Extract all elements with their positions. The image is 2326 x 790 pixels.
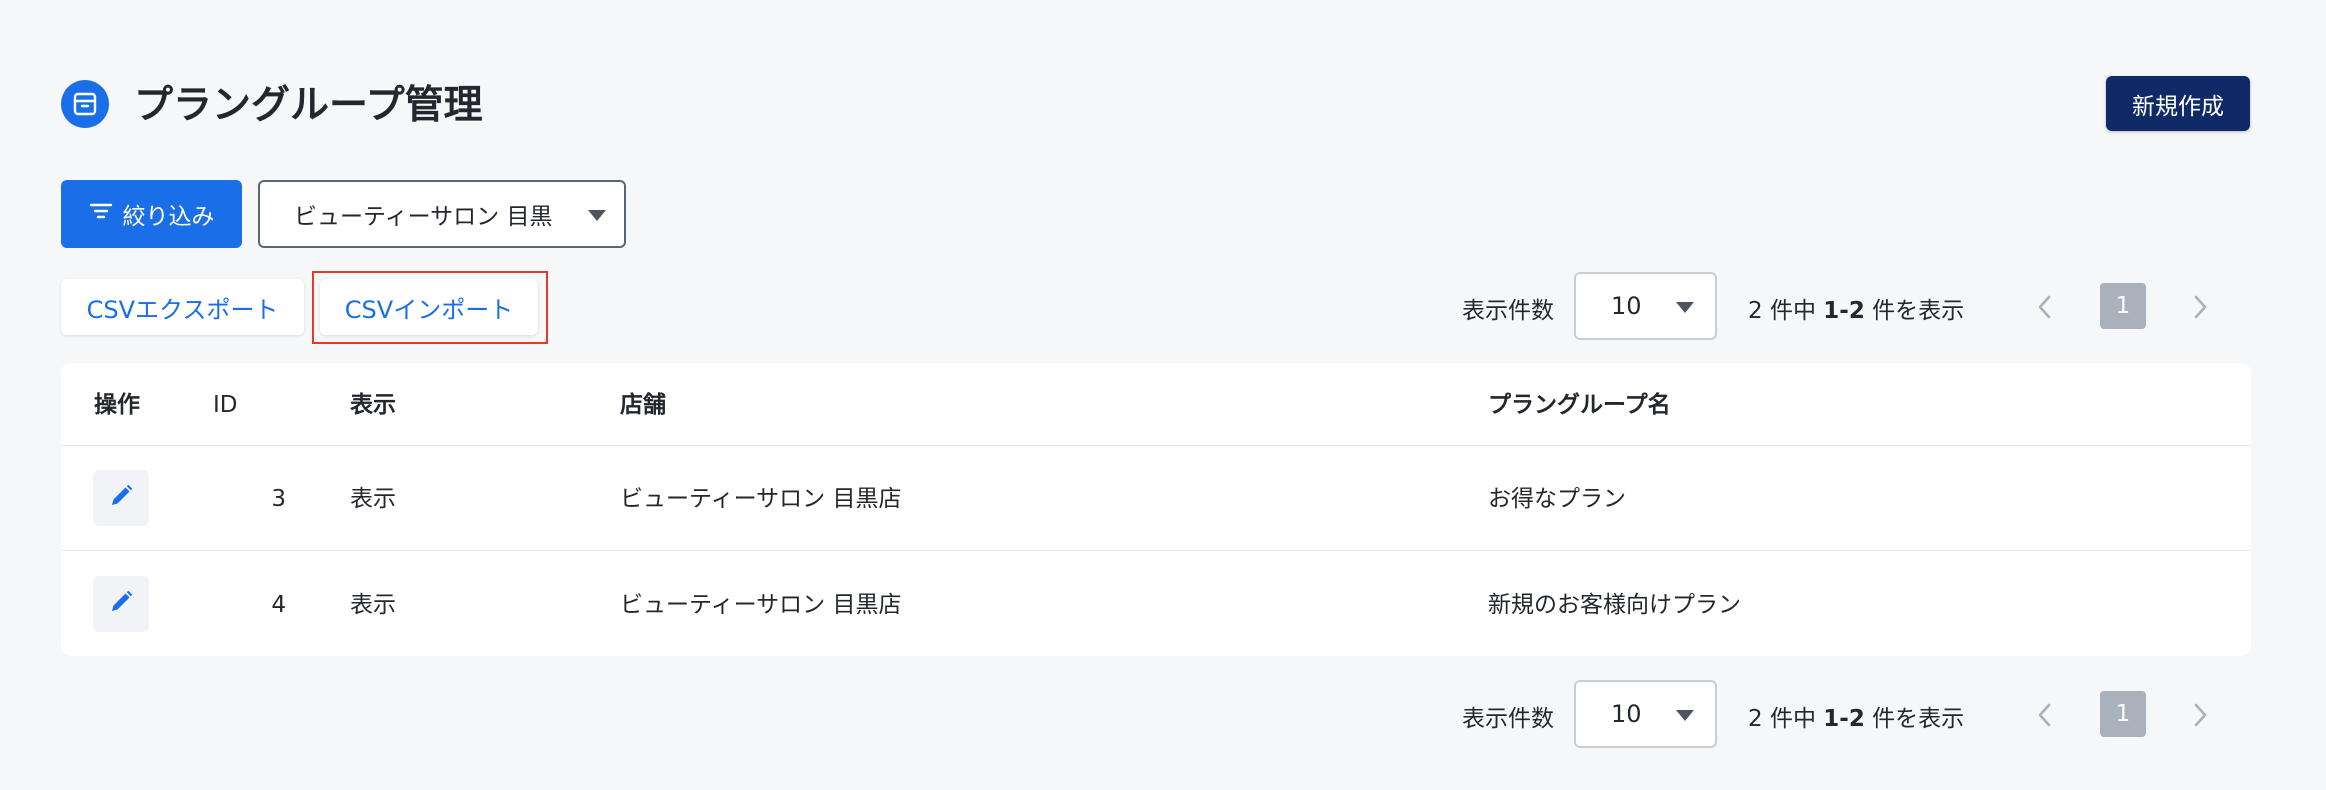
row-visibility: 表示: [350, 486, 396, 512]
chevron-left-icon[interactable]: [2029, 695, 2059, 735]
csv-export-button[interactable]: CSVエクスポート: [61, 279, 304, 335]
pencil-icon: [108, 589, 134, 619]
caret-down-icon: [1676, 302, 1694, 313]
pagination-range-suffix: 件を表示: [1872, 706, 1965, 732]
page-number-button[interactable]: 1: [2100, 691, 2146, 737]
per-page-select[interactable]: 10: [1574, 272, 1717, 340]
edit-button[interactable]: [93, 576, 149, 632]
caret-down-icon: [588, 210, 606, 221]
filter-button-label: 絞り込み: [122, 204, 215, 230]
per-page-label: 表示件数: [1462, 298, 1554, 324]
row-plan-group-name: 新規のお客様向けプラン: [1488, 592, 1741, 618]
pagination-range-suffix: 件を表示: [1872, 298, 1965, 324]
pencil-icon: [108, 483, 134, 513]
chevron-left-icon[interactable]: [2029, 287, 2059, 327]
archive-box-icon: [61, 80, 109, 128]
column-header-visibility: 表示: [350, 392, 396, 418]
filter-lines-icon: [89, 201, 113, 227]
row-id: 4: [271, 592, 286, 618]
chevron-right-icon[interactable]: [2186, 695, 2216, 735]
caret-down-icon: [1676, 710, 1694, 721]
row-visibility: 表示: [350, 592, 396, 618]
pagination-range: 1-2: [1823, 706, 1865, 732]
per-page-label: 表示件数: [1462, 706, 1554, 732]
edit-button[interactable]: [93, 470, 149, 526]
highlight-box: [312, 271, 548, 344]
column-header-store: 店舗: [620, 392, 666, 418]
store-select-value: ビューティーサロン 目黒: [294, 204, 553, 230]
new-create-button[interactable]: 新規作成: [2106, 76, 2250, 131]
per-page-value: 10: [1611, 700, 1642, 728]
pagination-summary: 2 件中 1-2 件を表示: [1748, 699, 1964, 733]
pagination-total: 2 件中: [1748, 298, 1816, 324]
row-plan-group-name: お得なプラン: [1488, 486, 1626, 512]
page-number-button[interactable]: 1: [2100, 283, 2146, 329]
chevron-right-icon[interactable]: [2186, 287, 2216, 327]
row-store: ビューティーサロン 目黒店: [620, 486, 902, 512]
column-header-id: ID: [213, 392, 238, 418]
page-title: プラングループ管理: [134, 83, 483, 128]
pagination-range: 1-2: [1823, 298, 1865, 324]
column-header-plan-group-name: プラングループ名: [1488, 392, 1671, 418]
filter-button[interactable]: 絞り込み: [61, 180, 242, 248]
store-select[interactable]: ビューティーサロン 目黒: [258, 180, 626, 248]
row-divider: [61, 445, 2251, 446]
pagination-total: 2 件中: [1748, 706, 1816, 732]
row-store: ビューティーサロン 目黒店: [620, 592, 902, 618]
per-page-value: 10: [1611, 292, 1642, 320]
row-divider: [61, 550, 2251, 551]
row-id: 3: [271, 486, 286, 512]
column-header-actions: 操作: [94, 392, 140, 418]
per-page-select[interactable]: 10: [1574, 680, 1717, 748]
pagination-summary: 2 件中 1-2 件を表示: [1748, 291, 1964, 325]
